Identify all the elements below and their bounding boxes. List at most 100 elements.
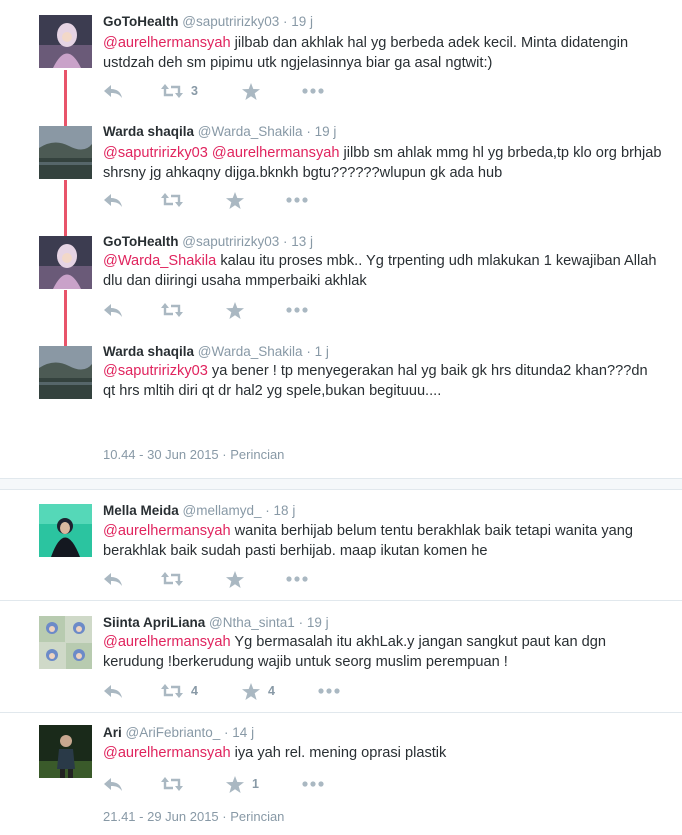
more-button[interactable] [286, 190, 308, 210]
author-name[interactable]: GoToHealth [103, 234, 179, 249]
reply-button[interactable] [103, 681, 123, 701]
tweet-time[interactable]: 19 j [315, 124, 337, 139]
details-link[interactable]: Perincian [230, 809, 284, 824]
retweet-icon [161, 193, 183, 207]
author-handle[interactable]: @saputririzky03 [182, 234, 279, 249]
author-name[interactable]: Mella Meida [103, 503, 179, 518]
reply-button[interactable] [103, 81, 123, 101]
reply-icon [104, 685, 122, 698]
avatar[interactable] [39, 126, 92, 179]
retweet-count: 4 [191, 684, 198, 698]
avatar[interactable] [39, 725, 92, 778]
author-name[interactable]: Ari [103, 725, 122, 740]
tweet-text: @saputririzky03 @aurelhermansyah jilbb s… [103, 143, 663, 183]
reply-button[interactable] [103, 300, 123, 320]
reply-icon [104, 778, 122, 791]
tweet-timestamp[interactable]: 10.44 - 30 Jun 2015 [103, 447, 219, 462]
tweet-text: @aurelhermansyah jilbab dan akhlak hal y… [103, 33, 663, 73]
tweet-text-content: iya yah rel. mening oprasi plastik [234, 745, 447, 761]
tweet-actions [103, 569, 403, 589]
like-button[interactable] [226, 190, 244, 210]
retweet-button[interactable] [161, 190, 191, 210]
mention-link[interactable]: @aurelhermansyah [103, 35, 231, 51]
like-star-icon [242, 82, 260, 100]
like-button[interactable] [242, 81, 260, 101]
reply-button[interactable] [103, 569, 123, 589]
retweet-button[interactable] [161, 569, 191, 589]
mention-link[interactable]: @saputririzky03 [103, 145, 208, 161]
mention-link[interactable]: @Warda_Shakila [103, 253, 216, 269]
author-handle[interactable]: @Ntha_sinta1 [209, 615, 295, 630]
more-button[interactable] [286, 300, 308, 320]
tweet[interactable]: Warda shaqila @Warda_Shakila · 19 j @sap… [0, 108, 682, 218]
tweet-time[interactable]: 18 j [274, 503, 296, 518]
avatar[interactable] [39, 346, 92, 399]
tweet[interactable]: Siinta ApriLiana @Ntha_sinta1 · 19 j @au… [0, 601, 682, 712]
retweet-button[interactable]: 4 [161, 681, 198, 701]
retweet-button[interactable] [161, 774, 191, 794]
mention-link[interactable]: @aurelhermansyah [103, 523, 231, 539]
avatar[interactable] [39, 15, 92, 68]
tweet[interactable]: GoToHealth @saputririzky03 · 19 j @aurel… [0, 0, 682, 108]
tweet-actions [103, 300, 403, 320]
tweet-actions: 3 [103, 81, 403, 101]
like-button[interactable] [226, 569, 244, 589]
retweet-count: 3 [191, 84, 198, 98]
reply-icon [104, 85, 122, 98]
mention-link[interactable]: @aurelhermansyah [212, 145, 340, 161]
like-star-icon [226, 775, 244, 793]
more-dots-icon [318, 688, 340, 694]
retweet-button[interactable] [161, 300, 191, 320]
more-button[interactable] [302, 774, 324, 794]
retweet-button[interactable]: 3 [161, 81, 198, 101]
tweet-time[interactable]: 13 j [291, 234, 313, 249]
tweet-text: @saputririzky03 ya bener ! tp menyegerak… [103, 361, 663, 401]
more-button[interactable] [286, 569, 308, 589]
tweet[interactable]: Warda shaqila @Warda_Shakila · 1 j @sapu… [0, 328, 682, 478]
tweet-text: @Warda_Shakila kalau itu proses mbk.. Yg… [103, 251, 663, 291]
details-link[interactable]: Perincian [230, 447, 284, 462]
reply-button[interactable] [103, 774, 123, 794]
author-handle[interactable]: @Warda_Shakila [198, 124, 303, 139]
tweet-time[interactable]: 19 j [291, 14, 313, 29]
author-handle[interactable]: @mellamyd_ [183, 503, 262, 518]
author-handle[interactable]: @Warda_Shakila [198, 344, 303, 359]
retweet-icon [161, 777, 183, 791]
tweet-time[interactable]: 1 j [315, 344, 329, 359]
separator-dot: · [265, 503, 274, 518]
mention-link[interactable]: @aurelhermansyah [103, 745, 231, 761]
reply-button[interactable] [103, 190, 123, 210]
like-button[interactable] [226, 300, 244, 320]
more-dots-icon [302, 88, 324, 94]
author-name[interactable]: Siinta ApriLiana [103, 615, 205, 630]
author-handle[interactable]: @AriFebrianto_ [126, 725, 221, 740]
avatar[interactable] [39, 616, 92, 669]
separator-dot: · [298, 615, 307, 630]
tweet-metadata: 10.44 - 30 Jun 2015 · Perincian [103, 447, 284, 462]
more-dots-icon [302, 781, 324, 787]
author-handle[interactable]: @saputririzky03 [182, 14, 279, 29]
avatar[interactable] [39, 236, 92, 289]
tweet[interactable]: Ari @AriFebrianto_ · 14 j @aurelhermansy… [0, 713, 682, 835]
like-button[interactable]: 4 [242, 681, 275, 701]
avatar[interactable] [39, 504, 92, 557]
tweet[interactable]: GoToHealth @saputririzky03 · 13 j @Warda… [0, 218, 682, 328]
tweet-time[interactable]: 19 j [307, 615, 329, 630]
mention-link[interactable]: @aurelhermansyah [103, 634, 231, 650]
retweet-icon [161, 84, 183, 98]
more-dots-icon [286, 197, 308, 203]
tweet-timestamp[interactable]: 21.41 - 29 Jun 2015 [103, 809, 219, 824]
tweet-time[interactable]: 14 j [232, 725, 254, 740]
like-button[interactable]: 1 [226, 774, 259, 794]
retweet-icon [161, 303, 183, 317]
mention-link[interactable]: @saputririzky03 [103, 363, 208, 379]
author-name[interactable]: Warda shaqila [103, 124, 194, 139]
more-button[interactable] [318, 681, 340, 701]
tweet-actions [103, 190, 403, 210]
tweet[interactable]: Mella Meida @mellamyd_ · 18 j @aurelherm… [0, 489, 682, 600]
more-dots-icon [286, 576, 308, 582]
tweet-actions: 1 [103, 774, 403, 794]
author-name[interactable]: Warda shaqila [103, 344, 194, 359]
author-name[interactable]: GoToHealth [103, 14, 179, 29]
more-button[interactable] [302, 81, 324, 101]
